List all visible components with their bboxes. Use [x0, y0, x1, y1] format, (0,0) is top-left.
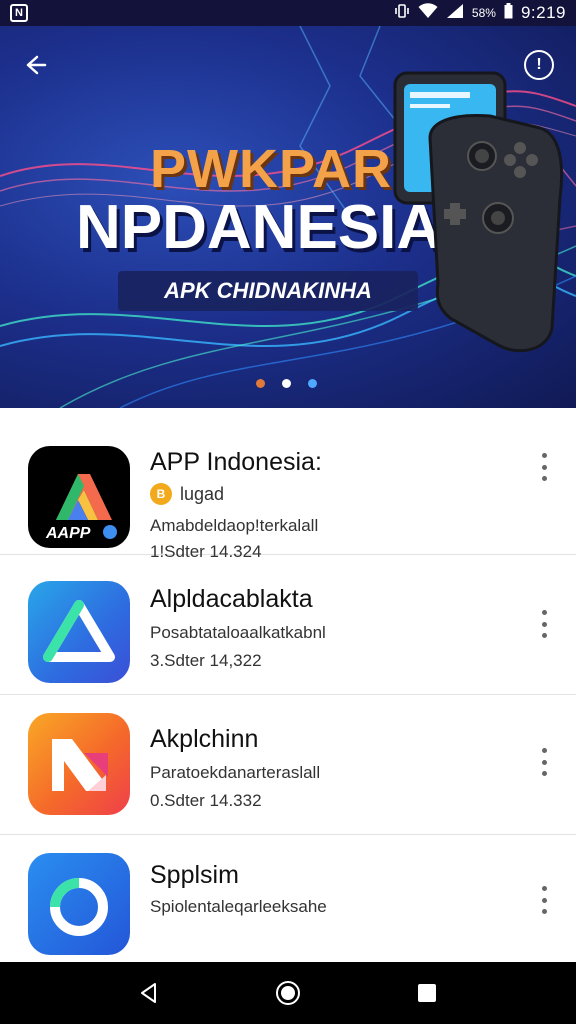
- home-circle-icon: [275, 981, 300, 1005]
- battery-percent: 58%: [471, 6, 496, 20]
- carousel-dot[interactable]: [256, 379, 265, 388]
- app-meta: 0.Sdter 14.332: [150, 791, 262, 810]
- app-icon-aapp[interactable]: AAPP: [28, 446, 130, 548]
- list-item[interactable]: AAPP APP Indonesia: B lugad Amabdeldaop!…: [0, 410, 576, 561]
- status-left: N: [10, 4, 28, 22]
- list-item[interactable]: Akplchinn Paratoekdanarteraslall 0.Sdter…: [0, 695, 576, 835]
- dot: [541, 453, 547, 458]
- status-right: 58% 9:219: [394, 3, 566, 23]
- carousel-dot-active[interactable]: [282, 379, 291, 388]
- wifi-icon: [418, 3, 438, 23]
- app-description: Amabdeldaop!terkalall: [150, 516, 319, 535]
- dot: [541, 633, 547, 638]
- game-controller-image: [393, 71, 564, 353]
- app-name[interactable]: Spplsim: [150, 861, 239, 890]
- app-icon-blue-circle[interactable]: [28, 853, 130, 955]
- dot: [541, 897, 547, 903]
- coin-icon: B: [150, 483, 172, 505]
- more-options-button[interactable]: [534, 745, 554, 779]
- n-logo-icon: [52, 739, 108, 791]
- app-name[interactable]: APP Indonesia:: [150, 448, 322, 477]
- list-item[interactable]: Alpldacablakta Posabtataloaalkatkabnl 3.…: [0, 555, 576, 695]
- app-description: Spiolentaleqarleeksahe: [150, 897, 327, 916]
- app-tag-label: lugad: [180, 483, 225, 504]
- app-icon-blue-a[interactable]: [28, 581, 130, 683]
- vibrate-icon: [394, 3, 410, 23]
- hero-subtitle: APK CHIDNAKINHA: [118, 271, 418, 311]
- dot: [541, 621, 547, 627]
- aapp-logo-icon: AAPP: [45, 474, 117, 542]
- dot: [541, 610, 547, 615]
- nav-home-button[interactable]: [268, 973, 308, 1013]
- more-options-button[interactable]: [534, 607, 554, 641]
- carousel-dots[interactable]: [256, 379, 317, 388]
- triangle-logo-icon: [43, 600, 115, 662]
- square-recents-icon: [417, 984, 436, 1002]
- app-meta: 3.Sdter 14,322: [150, 651, 262, 670]
- hero-title-main: NPDANESIA: [76, 193, 442, 262]
- dot: [541, 886, 547, 891]
- arrow-left-icon: [26, 55, 47, 75]
- notification-app-icon: N: [10, 4, 28, 22]
- signal-icon: [446, 3, 464, 23]
- status-bar: N 58% 9:219: [0, 0, 576, 26]
- app-icon-orange-n[interactable]: [28, 713, 130, 815]
- nav-back-button[interactable]: [129, 973, 169, 1013]
- nav-recents-button[interactable]: [407, 973, 447, 1013]
- carousel-dot[interactable]: [308, 379, 317, 388]
- more-options-button[interactable]: [534, 450, 554, 484]
- hero-banner[interactable]: ! PWKPAR NPDANESIA APK CHIDNAKINHA: [0, 26, 576, 408]
- dot: [541, 759, 547, 765]
- app-name[interactable]: Akplchinn: [150, 725, 258, 754]
- system-nav-bar: [0, 962, 576, 1024]
- dot: [541, 748, 547, 753]
- status-clock: 9:219: [520, 3, 566, 22]
- battery-icon: [504, 3, 513, 23]
- more-options-button[interactable]: [534, 883, 554, 917]
- triangle-back-icon: [141, 983, 157, 1003]
- list-item[interactable]: Spplsim Spiolentaleqarleeksahe: [0, 835, 576, 955]
- app-description: Posabtataloaalkatkabnl: [150, 623, 326, 642]
- dot: [541, 909, 547, 914]
- dot: [541, 476, 547, 481]
- aapp-logo-text: AAPP: [45, 525, 91, 542]
- dot: [541, 464, 547, 470]
- app-description: Paratoekdanarteraslall: [150, 763, 321, 782]
- circle-logo-icon: [50, 878, 108, 936]
- back-button[interactable]: [18, 48, 52, 82]
- dot: [541, 771, 547, 776]
- app-name[interactable]: Alpldacablakta: [150, 585, 313, 614]
- hero-title-top: PWKPAR: [150, 139, 392, 199]
- app-list: AAPP APP Indonesia: B lugad Amabdeldaop!…: [0, 410, 576, 955]
- app-tag: B lugad: [150, 483, 224, 505]
